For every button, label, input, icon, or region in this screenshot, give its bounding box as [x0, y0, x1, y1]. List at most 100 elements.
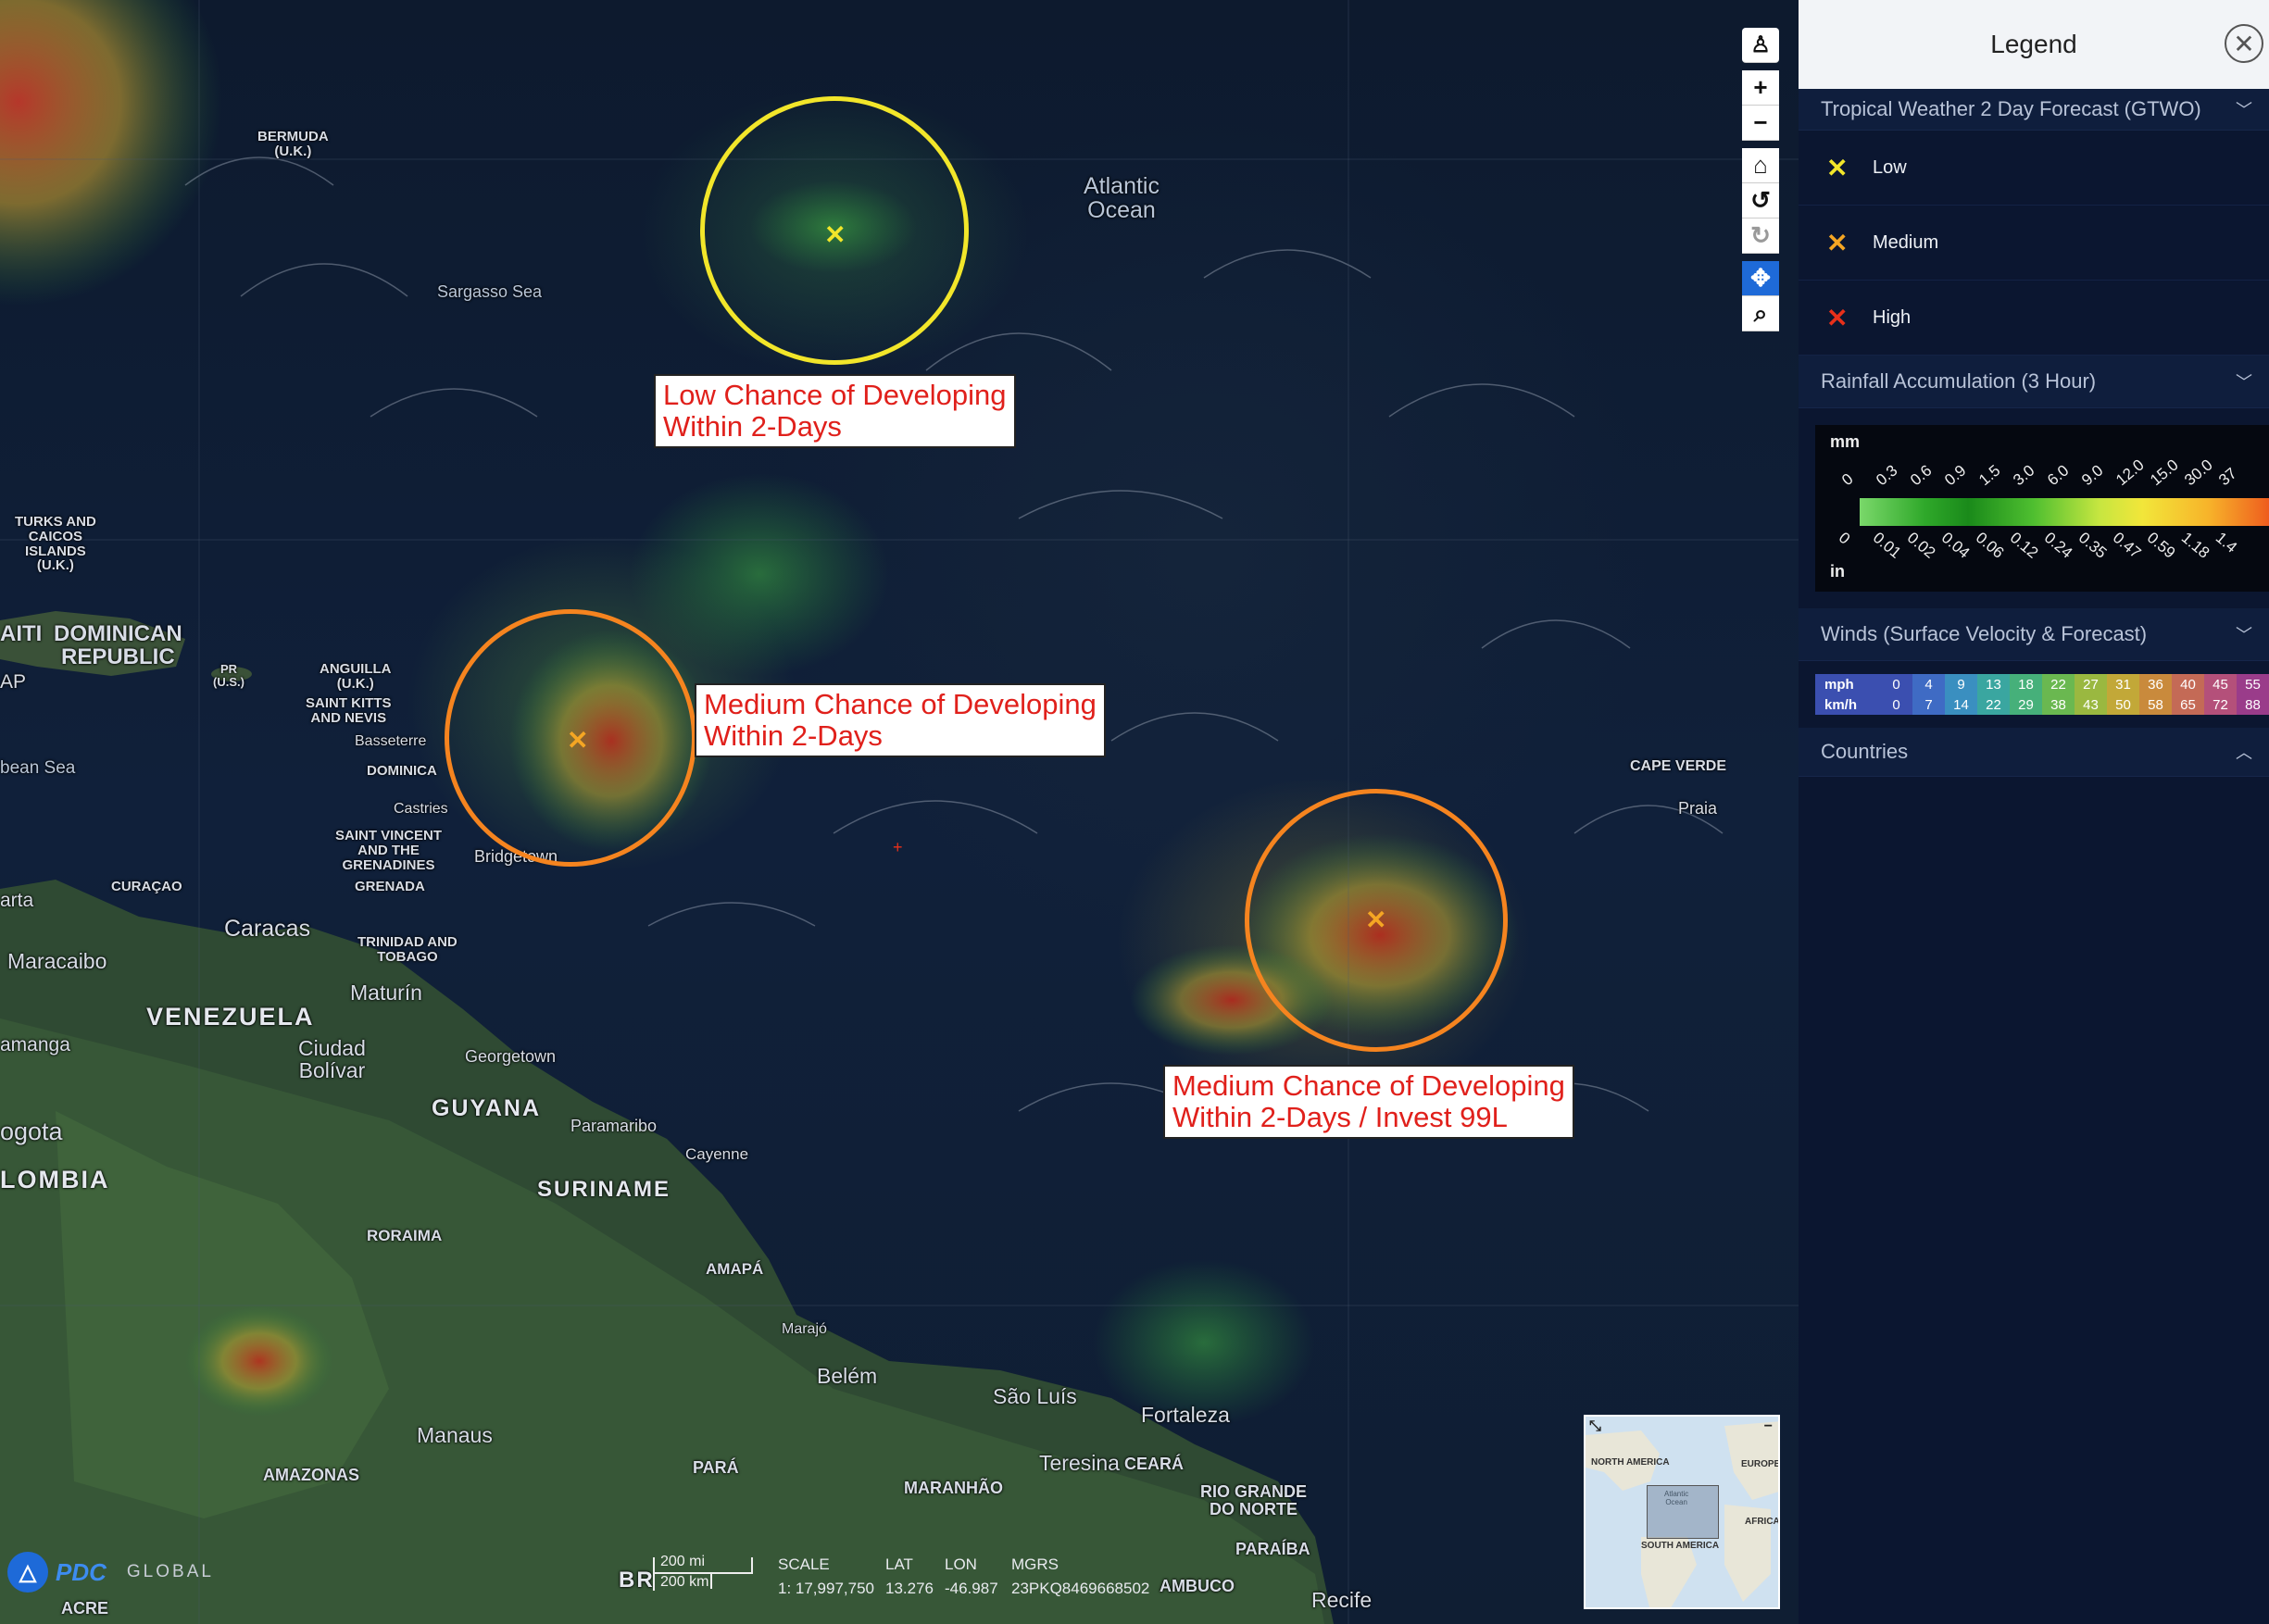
rainfall-unit-in: in — [1830, 562, 1845, 581]
winds-unit-cell: km/h — [1815, 694, 1880, 715]
rainfall-in-tick: 0.47 — [2109, 529, 2145, 562]
winds-value-cell: 22 — [2042, 674, 2075, 694]
winds-value-cell: 65 — [2172, 694, 2204, 715]
rotate-right-icon[interactable]: ↻ — [1742, 219, 1779, 254]
minimap-viewport-box[interactable]: Atlantic Ocean — [1647, 1485, 1719, 1539]
legend-section-winds[interactable]: Winds (Surface Velocity & Forecast) ﹀ — [1799, 608, 2269, 661]
label-venezuela: VENEZUELA — [146, 1003, 315, 1031]
storm-marker-medium-2-icon[interactable]: ✕ — [1365, 907, 1386, 933]
rainfall-mm-tick: 9.0 — [2078, 461, 2107, 490]
label-paraiba: PARAÍBA — [1235, 1540, 1310, 1558]
winds-value-cell: 88 — [2237, 694, 2269, 715]
winds-value-cell: 38 — [2042, 694, 2075, 715]
legend-section-gtwo[interactable]: Tropical Weather 2 Day Forecast (GTWO) ﹀ — [1799, 89, 2269, 131]
winds-value-cell: 40 — [2172, 674, 2204, 694]
label-teresina: Teresina — [1039, 1451, 1120, 1475]
winds-value-cell: 0 — [1880, 674, 1912, 694]
winds-value-cell: 72 — [2204, 694, 2237, 715]
storm-marker-medium-1-icon[interactable]: ✕ — [567, 728, 588, 754]
label-fortaleza: Fortaleza — [1141, 1403, 1230, 1427]
label-georgetown: Georgetown — [465, 1047, 557, 1066]
label-maturin: Maturín — [350, 981, 422, 1005]
map-view[interactable]: BERMUDA (U.K.) Sargasso Sea Atlantic Oce… — [0, 0, 1799, 1624]
rainfall-mm-tick: 30.0 — [2181, 456, 2216, 490]
label-basseterre: Basseterre — [355, 733, 427, 749]
storm-marker-low-icon[interactable]: ✕ — [824, 222, 846, 248]
rainfall-in-tick: 0.59 — [2143, 529, 2179, 562]
minimap-label-europe: EUROPE — [1741, 1459, 1780, 1469]
rainfall-in-tick: 0.04 — [1937, 529, 1974, 562]
label-paramaribo: Paramaribo — [570, 1117, 658, 1135]
label-cape-verde: CAPE VERDE — [1630, 758, 1727, 774]
label-puerto-rico: PR (U.S.) — [213, 662, 244, 689]
label-atlantic-ocean: Atlantic Ocean — [1084, 173, 1160, 224]
label-praia: Praia — [1678, 799, 1718, 818]
logo-brand: PDC — [56, 1557, 107, 1586]
label-guyana: GUYANA — [432, 1095, 542, 1121]
zoom-in-button[interactable]: + — [1742, 70, 1779, 106]
rotate-left-icon[interactable]: ↺ — [1742, 183, 1779, 219]
scale-km: 200 km — [660, 1574, 709, 1590]
rainfall-mm-tick: 0.9 — [1941, 461, 1970, 490]
label-caribbean-sea: bean Sea — [0, 758, 76, 778]
home-icon[interactable]: ⌂ — [1742, 148, 1779, 183]
street-view-pegman-icon[interactable]: ♙ — [1742, 28, 1779, 63]
rainfall-in-tick: 0 — [1835, 529, 1854, 548]
label-rio-grande-do-norte: RIO GRANDE DO NORTE — [1200, 1482, 1308, 1518]
rainfall-unit-mm: mm — [1830, 432, 1861, 451]
rainfall-mm-tick: 15.0 — [2147, 456, 2182, 490]
rainfall-mm-tick: 6.0 — [2044, 461, 2073, 490]
scale-bar: 200 mi 200 km — [653, 1554, 757, 1591]
zoom-box-magnifier-icon[interactable]: ⌕ — [1742, 296, 1779, 331]
winds-value-cell: 29 — [2010, 694, 2042, 715]
label-caracas: Caracas — [224, 916, 311, 942]
scale-mi: 200 mi — [660, 1554, 706, 1569]
minimap-expand-icon[interactable]: ⤡ — [1589, 1418, 1601, 1435]
winds-title: Winds (Surface Velocity & Forecast) — [1821, 622, 2148, 645]
winds-value-cell: 13 — [1977, 674, 2010, 694]
label-bogota: ogota — [0, 1118, 63, 1145]
label-maranhao: MARANHÃO — [904, 1479, 1003, 1497]
winds-value-cell: 27 — [2075, 674, 2107, 694]
winds-value-cell: 0 — [1880, 694, 1912, 715]
high-x-icon: ✕ — [1826, 303, 1849, 332]
label-saint-kitts: SAINT KITTS AND NEVIS — [306, 695, 392, 726]
winds-value-cell: 18 — [2010, 674, 2042, 694]
winds-scale-table: mph 0 4 9 13 18 22 27 31 36 40 45 55 km/h 0 7 14 22 29 38 43… — [1815, 674, 2269, 715]
gtwo-title: Tropical Weather 2 Day Forecast (GTWO) — [1821, 97, 2201, 120]
minimap-label-atlantic: Atlantic Ocean — [1664, 1490, 1689, 1506]
label-sargasso-sea: Sargasso Sea — [437, 282, 543, 301]
callout-medium-2-line1: Medium Chance of Developing — [1172, 1069, 1565, 1102]
callout-low-line1: Low Chance of Developing — [663, 379, 1007, 411]
rainfall-in-tick: 0.24 — [2040, 529, 2076, 562]
winds-value-cell: 7 — [1912, 694, 1945, 715]
label-suriname: SURINAME — [537, 1177, 671, 1202]
callout-medium-2-line2: Within 2-Days / Invest 99L — [1172, 1101, 1508, 1133]
chevron-down-icon: ﹀ — [2236, 373, 2252, 392]
pdc-global-logo: △ PDC GLOBAL — [7, 1552, 214, 1593]
legend-section-rainfall[interactable]: Rainfall Accumulation (3 Hour) ﹀ — [1799, 356, 2269, 408]
winds-value-cell: 50 — [2107, 694, 2139, 715]
winds-value-cell: 36 — [2139, 674, 2172, 694]
label-anguilla: ANGUILLA (U.K.) — [320, 661, 392, 692]
label-colombia: LOMBIA — [0, 1166, 110, 1193]
label-turks-caicos: TURKS AND CAICOS ISLANDS (U.K.) — [15, 514, 96, 574]
overview-minimap[interactable]: ⤡ − NORTH AMERICA EUROPE AFRICA SOUTH AM… — [1584, 1415, 1780, 1609]
medium-x-icon: ✕ — [1826, 228, 1849, 257]
close-icon[interactable]: ✕ — [2225, 24, 2263, 63]
legend-item-high: ✕ High — [1799, 281, 2269, 356]
legend-section-countries[interactable]: Countries ︿ — [1799, 728, 2269, 777]
label-recife: Recife — [1311, 1588, 1373, 1612]
label-saint-vincent: SAINT VINCENT AND THE GRENADINES — [335, 828, 443, 873]
minimap-collapse-icon[interactable]: − — [1764, 1418, 1773, 1435]
lat-value: 13.276 — [885, 1580, 934, 1597]
label-belem: Belém — [817, 1364, 878, 1388]
winds-value-cell: 9 — [1945, 674, 1977, 694]
rainfall-mm-tick: 1.5 — [1975, 461, 2004, 490]
pan-move-icon[interactable]: ✥ — [1742, 261, 1779, 296]
legend-panel: Legend ✕ Tropical Weather 2 Day Forecast… — [1799, 0, 2269, 1624]
callout-medium-1-line1: Medium Chance of Developing — [704, 688, 1097, 720]
zoom-out-button[interactable]: − — [1742, 106, 1779, 141]
mgrs-value: 23PKQ8469668502 — [1011, 1580, 1150, 1597]
label-marajo: Marajó — [782, 1321, 827, 1337]
